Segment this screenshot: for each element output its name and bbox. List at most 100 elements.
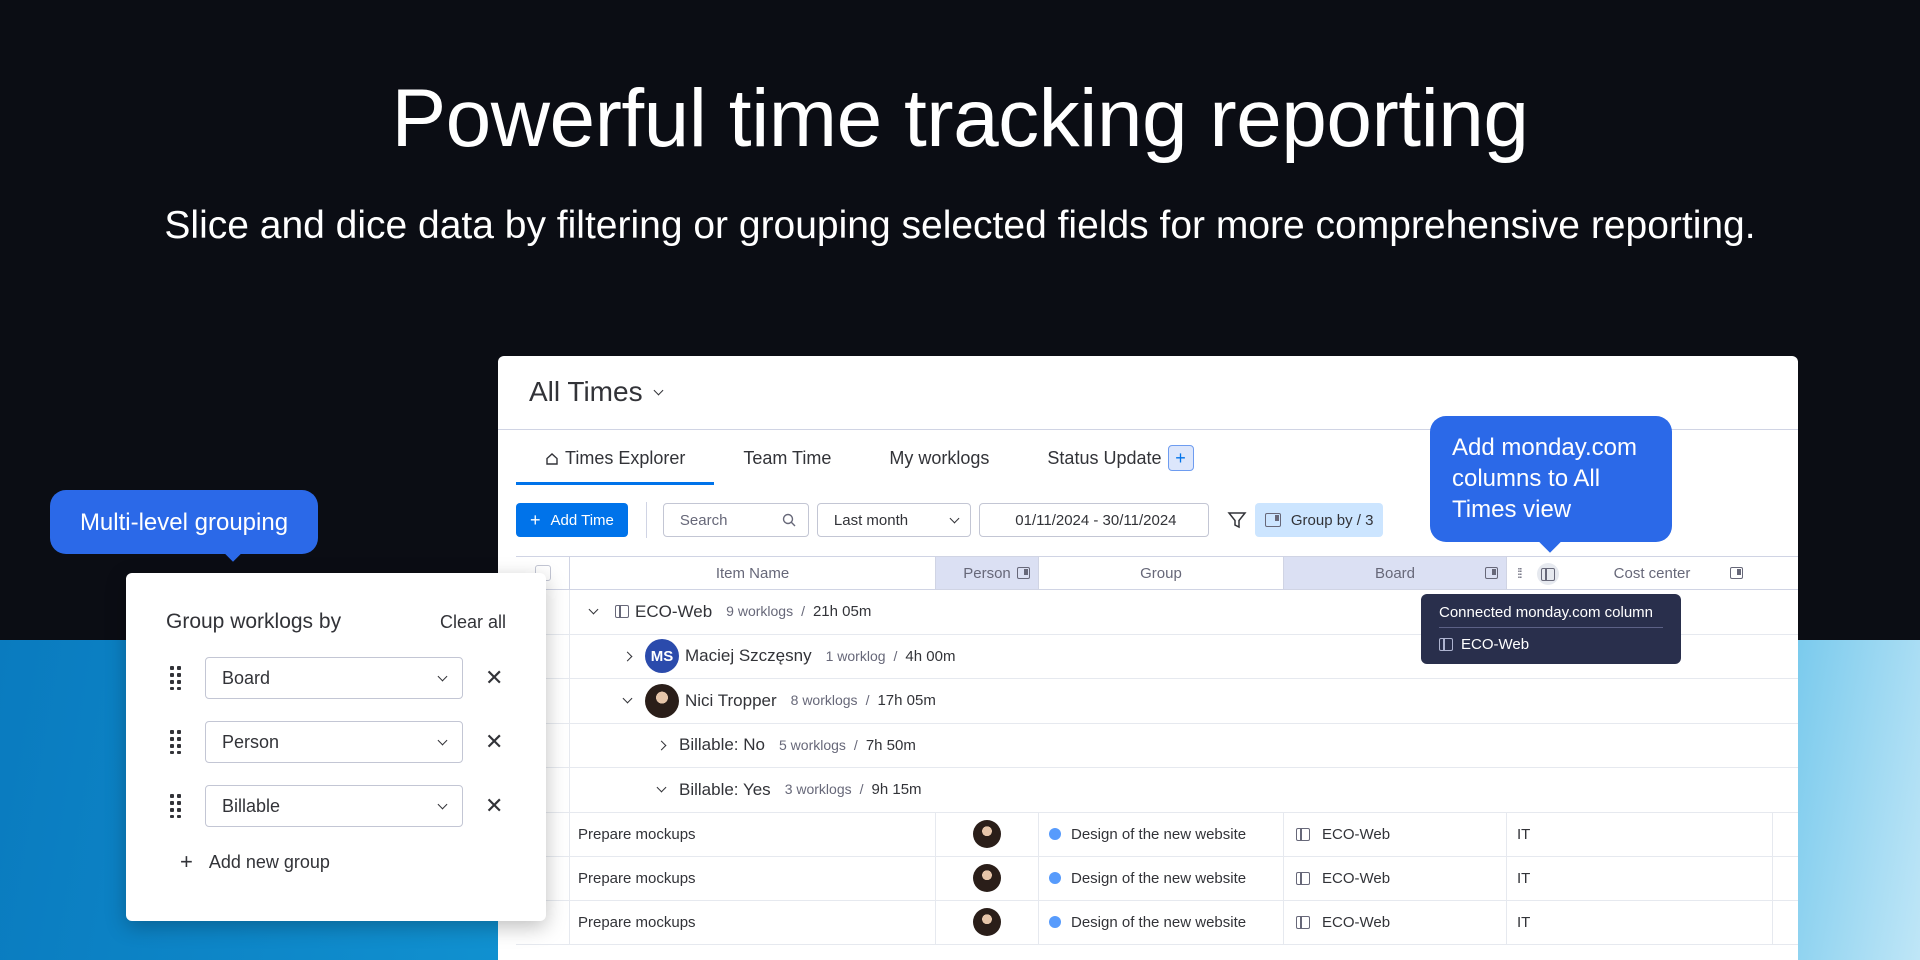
group-row-billable[interactable]: Billable: No 5 worklogs/7h 50m bbox=[516, 723, 1798, 768]
drag-handle-icon[interactable] bbox=[170, 730, 182, 754]
search-input[interactable]: Search bbox=[662, 503, 809, 537]
board-cell[interactable]: ECO-Web bbox=[1284, 812, 1507, 856]
tab-status-update[interactable]: Status Update bbox=[1018, 448, 1161, 485]
group-field-select[interactable]: Billable bbox=[205, 785, 463, 827]
column-board[interactable]: Board bbox=[1284, 557, 1507, 589]
person-cell[interactable] bbox=[936, 812, 1039, 856]
view-title-dropdown[interactable]: All Times bbox=[529, 376, 664, 408]
add-new-group-button[interactable]: + Add new group bbox=[180, 849, 506, 875]
group-value: Design of the new website bbox=[1071, 869, 1247, 887]
group-cell[interactable]: Design of the new website bbox=[1039, 812, 1284, 856]
tab-my-worklogs[interactable]: My worklogs bbox=[860, 448, 1018, 485]
add-time-label: Add Time bbox=[550, 511, 614, 529]
add-view-button[interactable]: + bbox=[1167, 445, 1194, 471]
item-cell[interactable]: Prepare mockups bbox=[570, 812, 936, 856]
board-cell[interactable]: ECO-Web bbox=[1284, 900, 1507, 944]
cost-center-cell[interactable]: IT bbox=[1507, 900, 1773, 944]
tab-team-time[interactable]: Team Time bbox=[714, 448, 860, 485]
person-cell[interactable] bbox=[936, 856, 1039, 900]
column-item-name[interactable]: Item Name bbox=[570, 557, 936, 589]
tab-label: Times Explorer bbox=[565, 448, 686, 468]
board-cell[interactable]: ECO-Web bbox=[1284, 856, 1507, 900]
cost-center-cell[interactable]: IT bbox=[1507, 812, 1773, 856]
select-value: Billable bbox=[222, 795, 281, 816]
avatar bbox=[973, 864, 1001, 892]
worklog-count: 1 worklog bbox=[825, 647, 886, 664]
group-by-panel: Group worklogs by Clear all Board ✕ Pers… bbox=[126, 573, 546, 921]
avatar bbox=[973, 908, 1001, 936]
group-duration: 7h 50m bbox=[865, 736, 916, 754]
drag-handle-icon[interactable]: ⁞⁞ bbox=[1517, 565, 1523, 581]
table-row[interactable]: Prepare mockups Design of the new websit… bbox=[516, 812, 1798, 857]
date-range-picker[interactable]: 01/11/2024 - 30/11/2024 bbox=[978, 503, 1209, 537]
group-row-billable[interactable]: Billable: Yes 3 worklogs/9h 15m bbox=[516, 768, 1798, 813]
column-label: Cost center bbox=[1613, 564, 1691, 582]
remove-icon[interactable]: ✕ bbox=[485, 729, 503, 755]
tab-label: Status Update bbox=[1047, 448, 1162, 468]
filter-icon[interactable] bbox=[1227, 510, 1247, 530]
connected-column-tooltip: Connected monday.com column ECO-Web bbox=[1421, 594, 1681, 664]
chevron-right-icon[interactable] bbox=[622, 651, 633, 662]
group-meta: 9 worklogs/21h 05m bbox=[726, 603, 872, 621]
column-label: Item Name bbox=[715, 564, 790, 582]
group-row-person[interactable]: Nici Tropper 8 worklogs/17h 05m bbox=[516, 679, 1798, 724]
remove-icon[interactable]: ✕ bbox=[485, 665, 503, 691]
group-meta: 1 worklog/4h 00m bbox=[825, 647, 956, 665]
group-duration: 21h 05m bbox=[812, 603, 872, 621]
search-placeholder: Search bbox=[679, 511, 728, 529]
column-label: Group bbox=[1140, 564, 1182, 582]
chevron-down-icon bbox=[437, 799, 448, 809]
column-label: Person bbox=[963, 564, 1011, 582]
group-icon bbox=[1264, 513, 1281, 527]
group-field-select[interactable]: Board bbox=[205, 657, 463, 699]
group-by-label: Group by / 3 bbox=[1290, 511, 1374, 529]
chevron-right-icon[interactable] bbox=[656, 740, 667, 751]
group-color-dot bbox=[1049, 872, 1061, 884]
board-icon bbox=[1296, 827, 1310, 841]
board-icon bbox=[1296, 915, 1310, 929]
table-row[interactable]: Prepare mockups Design of the new websit… bbox=[516, 900, 1798, 945]
tab-label: My worklogs bbox=[889, 448, 990, 468]
connected-column-icon bbox=[1017, 567, 1030, 579]
column-cost-center[interactable]: ⁞⁞ Cost center bbox=[1507, 557, 1773, 589]
chevron-down-icon bbox=[949, 513, 960, 523]
chevron-down-icon[interactable] bbox=[622, 693, 633, 704]
group-cell[interactable]: Design of the new website bbox=[1039, 856, 1284, 900]
group-field-select[interactable]: Person bbox=[205, 721, 463, 763]
item-cell[interactable]: Prepare mockups bbox=[570, 856, 936, 900]
group-name: Billable: No bbox=[679, 735, 765, 755]
item-cell[interactable]: Prepare mockups bbox=[570, 900, 936, 944]
table-header: Item Name Person Group Board ⁞⁞ Cost cen… bbox=[516, 556, 1798, 590]
period-dropdown[interactable]: Last month bbox=[816, 503, 971, 537]
group-meta: 5 worklogs/7h 50m bbox=[779, 736, 916, 754]
column-group[interactable]: Group bbox=[1039, 557, 1284, 589]
group-name: ECO-Web bbox=[635, 601, 713, 621]
tab-times-explorer[interactable]: Times Explorer bbox=[516, 448, 715, 485]
chevron-down-icon bbox=[653, 385, 664, 395]
remove-icon[interactable]: ✕ bbox=[485, 793, 503, 819]
group-value: Design of the new website bbox=[1071, 825, 1247, 843]
group-value: Design of the new website bbox=[1071, 913, 1247, 931]
clear-all-button[interactable]: Clear all bbox=[440, 612, 506, 633]
add-time-button[interactable]: + Add Time bbox=[516, 503, 628, 537]
table-row[interactable]: Prepare mockups Design of the new websit… bbox=[516, 856, 1798, 901]
column-options-icon[interactable] bbox=[1537, 563, 1559, 585]
group-meta: 8 worklogs/17h 05m bbox=[790, 692, 936, 710]
group-color-dot bbox=[1049, 828, 1061, 840]
group-cell[interactable]: Design of the new website bbox=[1039, 900, 1284, 944]
drag-handle-icon[interactable] bbox=[170, 666, 182, 690]
drag-handle-icon[interactable] bbox=[170, 794, 182, 818]
column-person[interactable]: Person bbox=[936, 557, 1039, 589]
group-by-button[interactable]: Group by / 3 bbox=[1254, 503, 1384, 537]
chevron-down-icon[interactable] bbox=[588, 604, 599, 615]
search-icon bbox=[782, 513, 796, 527]
hero-subtitle: Slice and dice data by filtering or grou… bbox=[164, 204, 1756, 247]
chevron-down-icon[interactable] bbox=[656, 782, 667, 793]
divider bbox=[645, 502, 647, 538]
person-cell[interactable] bbox=[936, 900, 1039, 944]
tooltip-title: Connected monday.com column bbox=[1439, 604, 1663, 628]
group-panel-header: Group worklogs by Clear all bbox=[166, 609, 506, 635]
cost-center-cell[interactable]: IT bbox=[1507, 856, 1773, 900]
period-value: Last month bbox=[833, 511, 909, 529]
group-panel-title: Group worklogs by bbox=[166, 610, 342, 633]
